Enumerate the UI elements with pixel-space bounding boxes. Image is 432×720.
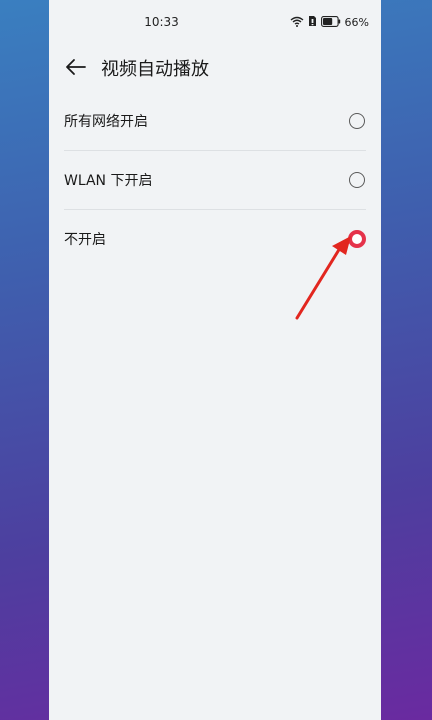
page-title: 视频自动播放 (101, 59, 209, 80)
option-list: 所有网络开启 WLAN 下开启 不开启 (64, 92, 366, 268)
sim-icon (308, 15, 317, 30)
option-label: 不开启 (64, 232, 106, 248)
phone-screen: 10:33 66% 视频自动播放 所有网络开启 WLAN 下开启 不开启 (49, 0, 381, 720)
option-label: 所有网络开启 (64, 114, 148, 130)
wifi-icon (290, 16, 304, 30)
radio-button[interactable] (349, 113, 365, 129)
radio-button[interactable] (348, 230, 366, 248)
back-button[interactable] (63, 54, 89, 80)
battery-icon (320, 15, 341, 30)
header: 视频自动播放 (49, 48, 381, 88)
option-label: WLAN 下开启 (64, 173, 153, 189)
status-bar: 10:33 66% (49, 0, 381, 46)
status-icons: 66% (290, 15, 369, 30)
radio-button[interactable] (349, 172, 365, 188)
status-time: 10:33 (144, 15, 179, 29)
option-all-networks[interactable]: 所有网络开启 (64, 92, 366, 150)
option-wlan-only[interactable]: WLAN 下开启 (64, 150, 366, 209)
arrow-left-icon (66, 59, 86, 75)
option-off[interactable]: 不开启 (64, 209, 366, 268)
battery-percent: 66% (344, 16, 369, 29)
